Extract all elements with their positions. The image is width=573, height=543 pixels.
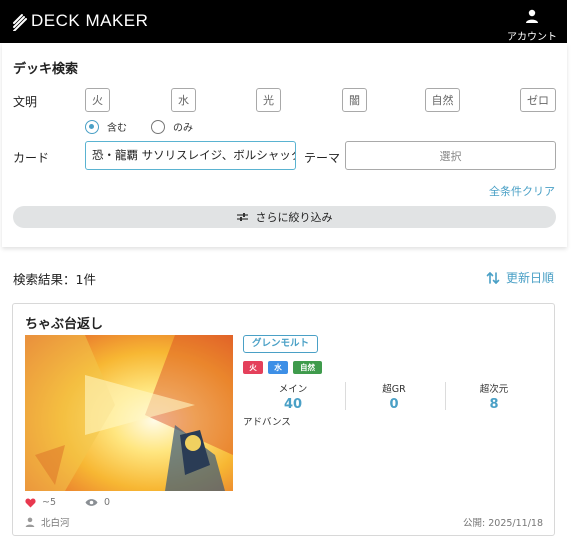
deck-thumbnail[interactable] xyxy=(25,335,233,491)
heart-icon xyxy=(25,497,36,508)
theme-label: テーマ xyxy=(304,151,341,165)
stat-main-value: 40 xyxy=(283,397,303,412)
match-include-radio[interactable]: 含む xyxy=(85,119,127,134)
stat-main: メイン 40 xyxy=(243,381,343,412)
civ-badge-fire: 火 xyxy=(243,361,263,374)
deck-search-panel: デッキ検索 文明 火 水 光 闇 自然 ゼロ 含む のみ カード 恐・龍覇 サソ… xyxy=(2,43,567,247)
stat-gr-value: 0 xyxy=(389,397,399,412)
civ-light-button[interactable]: 光 xyxy=(256,88,281,112)
deck-tag-button[interactable]: グレンモルト xyxy=(243,335,319,353)
deck-card[interactable]: ちゃぶ台返し グレンモルト 火 水 自然 メイン 40 超GR 0 超次元 8 … xyxy=(12,303,555,536)
sort-label: 更新日順 xyxy=(506,271,555,285)
narrow-down-label: さらに絞り込み xyxy=(255,211,333,224)
civ-darkness-button[interactable]: 闇 xyxy=(342,88,367,112)
theme-select[interactable]: 選択 xyxy=(345,141,556,170)
eye-icon xyxy=(85,499,98,506)
logo-text[interactable]: DECK MAKER xyxy=(31,11,148,31)
panel-title: デッキ検索 xyxy=(13,62,79,77)
civ-water-button[interactable]: 水 xyxy=(171,88,196,112)
deck-artwork xyxy=(25,335,233,491)
published-date-text: 公開: 2025/11/18 xyxy=(463,518,543,529)
match-only-label: のみ xyxy=(173,123,193,134)
radio-unselected-icon xyxy=(151,119,165,134)
civ-zero-button[interactable]: ゼロ xyxy=(520,88,556,112)
narrow-down-button[interactable]: さらに絞り込み xyxy=(13,206,556,228)
user-icon xyxy=(25,517,35,527)
sort-button[interactable]: 更新日順 xyxy=(486,269,554,286)
deck-type: アドバンス xyxy=(243,417,291,428)
stat-hyperspatial: 超次元 8 xyxy=(444,381,544,412)
civ-badge-water: 水 xyxy=(268,361,288,374)
stat-gr-label: 超GR xyxy=(382,384,406,395)
view-count-value: 0 xyxy=(104,497,111,508)
result-count: 検索結果：1件 xyxy=(13,272,96,287)
sort-icon xyxy=(486,271,500,284)
sliders-icon xyxy=(236,213,248,221)
civilization-label: 文明 xyxy=(13,95,38,109)
card-label: カード xyxy=(13,151,50,165)
top-bar: DECK MAKER アカウント xyxy=(0,0,567,43)
clear-all-link[interactable]: 全条件クリア xyxy=(489,183,555,199)
civ-fire-button[interactable]: 火 xyxy=(85,88,110,112)
stat-hyperspatial-label: 超次元 xyxy=(479,384,509,395)
published-date: 公開: 2025/11/18 xyxy=(463,515,543,529)
card-input[interactable]: 恐・龍覇 サソリスレイジ、ボルシャック xyxy=(85,141,296,170)
radio-selected-icon xyxy=(85,119,99,134)
user-icon xyxy=(526,9,538,23)
account-label: アカウント xyxy=(507,32,557,43)
stat-gr: 超GR 0 xyxy=(344,381,444,412)
logo-mark-icon xyxy=(13,14,27,31)
view-count: 0 xyxy=(85,497,110,508)
account-button[interactable]: アカウント xyxy=(507,8,557,43)
stat-hyperspatial-value: 8 xyxy=(489,397,499,412)
theme-placeholder: 選択 xyxy=(439,149,462,163)
match-include-label: 含む xyxy=(107,123,127,134)
like-count-value: ~5 xyxy=(42,497,57,508)
civ-nature-button[interactable]: 自然 xyxy=(425,88,460,112)
author[interactable]: 北白河 xyxy=(25,515,70,529)
civ-badge-nature: 自然 xyxy=(293,361,322,374)
stat-main-label: メイン xyxy=(278,384,308,395)
deck-name[interactable]: ちゃぶ台返し xyxy=(25,313,103,332)
author-name: 北白河 xyxy=(41,518,70,529)
match-only-radio[interactable]: のみ xyxy=(151,119,193,134)
like-count[interactable]: ~5 xyxy=(25,497,56,508)
